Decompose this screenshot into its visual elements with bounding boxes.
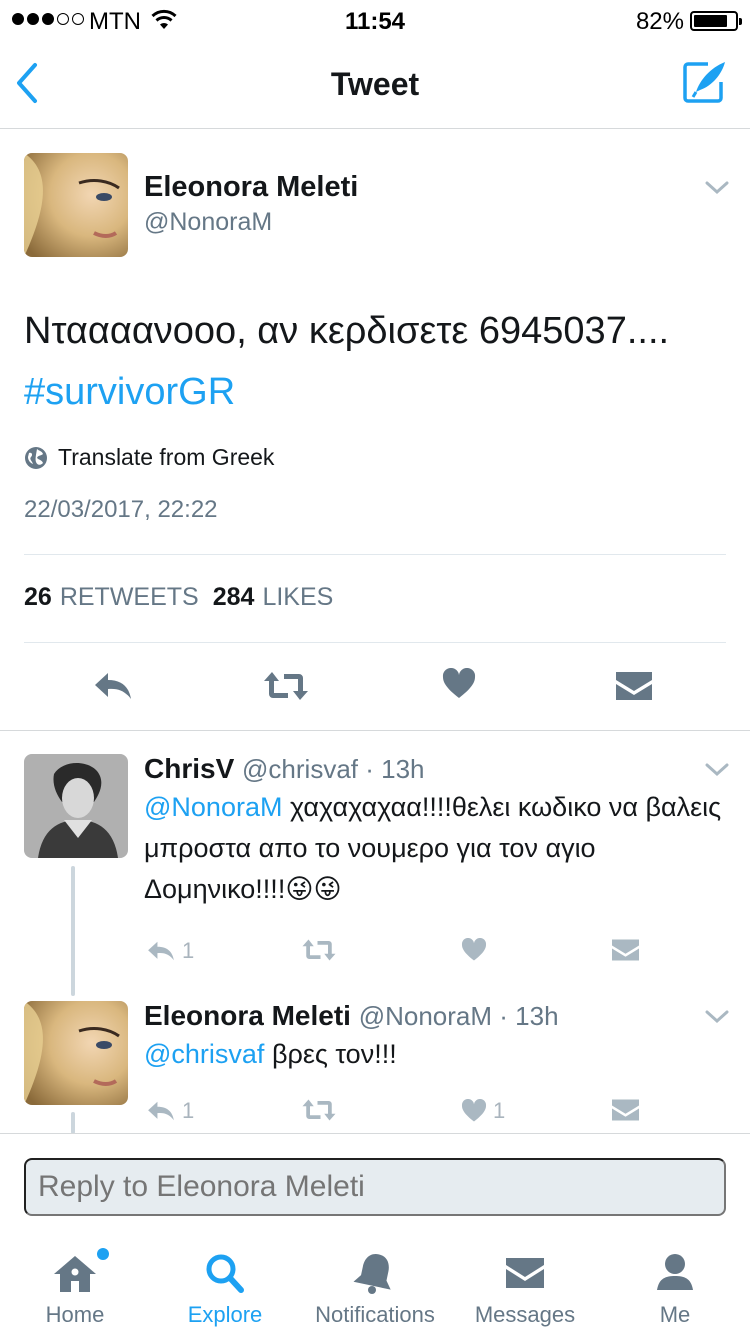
- hashtag-link[interactable]: #survivorGR: [24, 371, 235, 413]
- reply-avatar[interactable]: [24, 1001, 128, 1105]
- dm-action[interactable]: [611, 1098, 640, 1122]
- tab-me[interactable]: Me: [600, 1240, 750, 1334]
- dm-action[interactable]: [611, 938, 640, 962]
- envelope-icon: [506, 1258, 544, 1288]
- chevron-down-icon[interactable]: [705, 1009, 729, 1025]
- translate-link[interactable]: Translate from Greek: [24, 444, 274, 471]
- retweet-icon: [302, 1099, 336, 1121]
- tab-label: Explore: [187, 1302, 263, 1327]
- retweets-stat[interactable]: 26 RETWEETS: [24, 583, 199, 612]
- like-action[interactable]: 1: [461, 1098, 505, 1124]
- likes-count: 284: [212, 583, 255, 611]
- reply-author-meta: @chrisvaf · 13h: [242, 754, 425, 784]
- reply-author-name: ChrisV: [144, 753, 235, 784]
- divider: [24, 642, 726, 643]
- tab-label: Notifications: [315, 1302, 435, 1327]
- tab-notifications[interactable]: Notifications: [300, 1240, 450, 1334]
- tweet-text: Νταααανοοο, αν κερδισετε 6945037.... #su…: [24, 301, 724, 423]
- mention-link[interactable]: @NonoraM: [144, 792, 282, 822]
- page-title: Tweet: [330, 66, 420, 102]
- retweet-icon: [302, 939, 336, 961]
- reply-author-name: Eleonora Meleti: [144, 1000, 351, 1031]
- reply-body: βρες τον!!!: [271, 1039, 397, 1069]
- reply-icon: [148, 1101, 174, 1121]
- mention-link[interactable]: @chrisvaf: [144, 1039, 264, 1069]
- author-avatar[interactable]: [24, 153, 128, 257]
- retweets-label: RETWEETS: [59, 583, 199, 611]
- reply-count: 1: [182, 1098, 195, 1123]
- retweets-count: 26: [24, 583, 52, 611]
- reply-author-meta: @NonoraM · 13h: [358, 1001, 559, 1031]
- thread-line: [71, 866, 75, 996]
- compose-tweet-icon[interactable]: [682, 60, 728, 104]
- heart-icon: [461, 938, 487, 961]
- reply-count: 1: [182, 938, 195, 963]
- tab-label: Messages: [474, 1302, 576, 1327]
- bell-icon: [353, 1254, 391, 1294]
- reply-input[interactable]: [24, 1158, 726, 1216]
- heart-icon: [461, 1099, 487, 1122]
- reply-icon: [148, 941, 174, 961]
- battery-percent: 82%: [635, 8, 684, 35]
- home-icon: [54, 1256, 96, 1292]
- reply-action[interactable]: 1: [146, 1098, 194, 1124]
- globe-icon: [25, 446, 47, 469]
- chevron-down-icon[interactable]: [705, 762, 729, 778]
- heart-icon[interactable]: [442, 668, 476, 700]
- direct-message-icon: [612, 939, 639, 961]
- thread-line: [71, 1112, 75, 1134]
- tab-label: Home: [45, 1302, 105, 1327]
- reply-author[interactable]: ChrisV @chrisvaf · 13h: [144, 753, 425, 785]
- engagement-stats: 26 RETWEETS 284 LIKES: [24, 583, 333, 612]
- likes-label: LIKES: [262, 583, 334, 611]
- likes-stat[interactable]: 284 LIKES: [213, 583, 334, 612]
- tweet-body: Νταααανοοο, αν κερδισετε 6945037....: [24, 310, 670, 352]
- translate-label: Translate from Greek: [58, 444, 275, 470]
- direct-message-icon[interactable]: [615, 670, 653, 702]
- reply-text: @NonoraM χαχαχαχαα!!!!θελει κωδικο να βα…: [144, 787, 734, 910]
- direct-message-icon: [612, 1099, 639, 1121]
- divider: [24, 554, 726, 555]
- battery-icon: [690, 11, 742, 31]
- retweet-action[interactable]: [301, 1098, 337, 1122]
- tab-bar: Home Explore Notifications Messages Me: [0, 1240, 750, 1334]
- tab-home[interactable]: Home: [0, 1240, 150, 1334]
- author-handle[interactable]: @NonoraM: [144, 208, 272, 237]
- chevron-down-icon[interactable]: [705, 180, 729, 196]
- reply-avatar[interactable]: [24, 754, 128, 858]
- search-icon: [206, 1254, 244, 1293]
- author-name[interactable]: Eleonora Meleti: [144, 171, 358, 204]
- status-bar: MTN 11:54 82%: [0, 0, 750, 40]
- tab-messages[interactable]: Messages: [450, 1240, 600, 1334]
- retweet-action[interactable]: [301, 938, 337, 962]
- like-action[interactable]: [461, 938, 493, 962]
- tab-label: Me: [659, 1302, 691, 1327]
- notification-dot: [97, 1248, 109, 1260]
- retweet-icon[interactable]: [262, 670, 310, 702]
- reply-action[interactable]: 1: [146, 938, 194, 964]
- reply-text: @chrisvaf βρες τον!!!: [144, 1034, 734, 1075]
- reply-author[interactable]: Eleonora Meleti @NonoraM · 13h: [144, 1000, 559, 1032]
- divider: [0, 730, 750, 731]
- tab-explore[interactable]: Explore: [150, 1240, 300, 1334]
- reply-icon[interactable]: [92, 670, 134, 702]
- tweet-timestamp: 22/03/2017, 22:22: [24, 496, 218, 523]
- like-count: 1: [493, 1098, 506, 1123]
- navigation-bar: Tweet: [0, 40, 750, 129]
- person-icon: [657, 1254, 693, 1290]
